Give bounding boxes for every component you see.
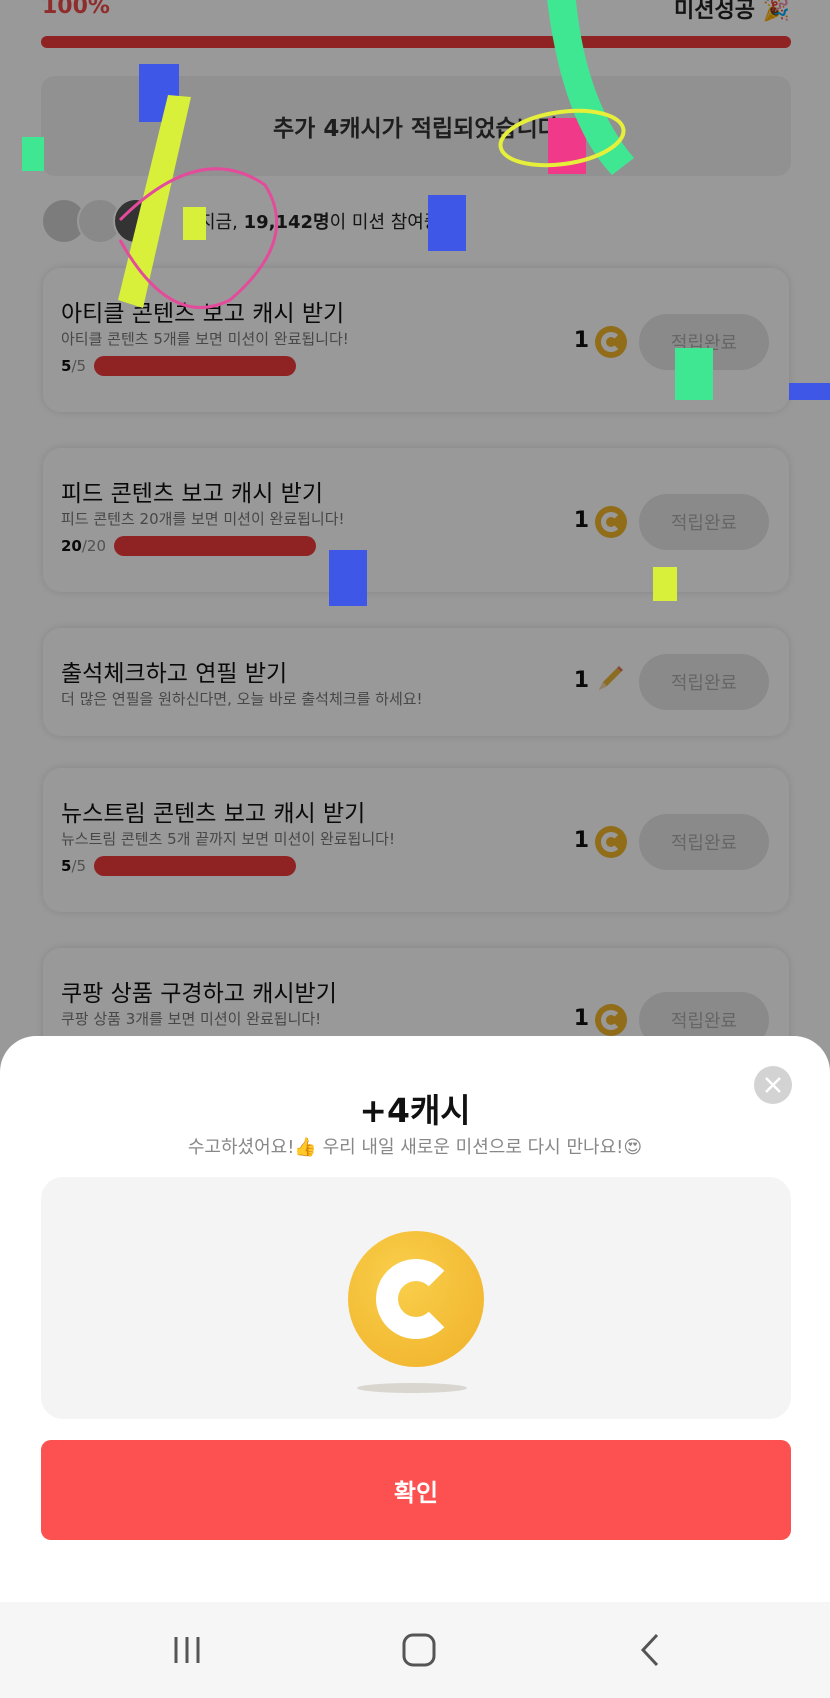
- modal-subtitle: 수고하셨어요!👍 우리 내일 새로운 미션으로 다시 만나요!😍: [187, 1137, 643, 1158]
- confirm-button[interactable]: 확인: [41, 1440, 791, 1540]
- system-nav-bar: [0, 1602, 830, 1698]
- coin-icon: [348, 1231, 484, 1367]
- back-button[interactable]: [630, 1628, 674, 1672]
- recent-apps-icon: [174, 1637, 200, 1663]
- confetti-effect: [329, 550, 677, 606]
- confetti-effect: [22, 0, 830, 400]
- reward-display: [41, 1177, 791, 1419]
- mission-screen: 100% 미션성공 🎉 추가 4캐시가 적립되었습니다 지금, 19,142명이…: [0, 0, 830, 1698]
- modal-title: +4캐시: [359, 1091, 471, 1130]
- home-button[interactable]: [397, 1628, 441, 1672]
- recent-apps-button[interactable]: [165, 1628, 209, 1672]
- back-icon: [640, 1633, 659, 1667]
- home-icon: [402, 1633, 436, 1667]
- reward-modal: +4캐시 수고하셨어요!👍 우리 내일 새로운 미션으로 다시 만나요!😍 확인: [0, 1036, 830, 1602]
- coin-shadow: [357, 1383, 467, 1393]
